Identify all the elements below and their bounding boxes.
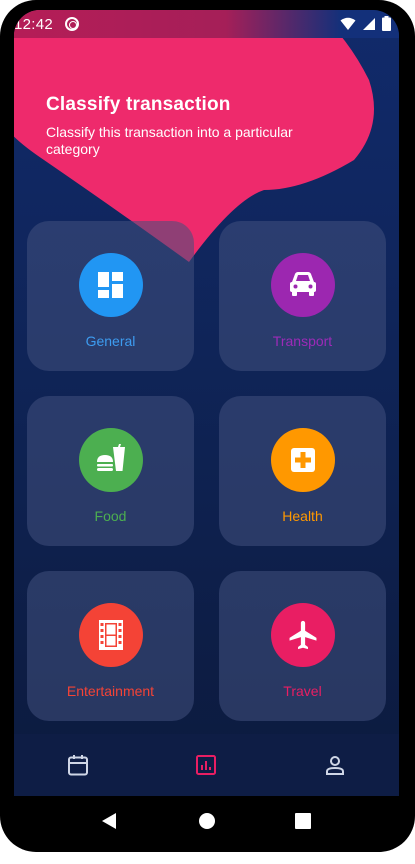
battery-icon [382,16,391,31]
status-icons [340,16,391,31]
category-label: Health [282,508,323,524]
nav-profile[interactable] [311,741,359,789]
category-label: Food [94,508,127,524]
fastfood-icon [78,428,143,492]
stats-icon [196,755,217,775]
category-card-transport[interactable]: Transport [219,221,386,371]
back-button[interactable] [100,812,118,830]
page-header: Classify transaction Classify this trans… [46,94,346,158]
category-label: General [85,333,136,349]
nav-stats[interactable] [182,741,230,789]
film-icon [78,603,143,667]
category-label: Entertainment [66,683,155,699]
status-bar: 12:42 [14,10,399,38]
phone-frame: 12:42 Classify transaction Classify this [0,0,415,852]
category-label: Travel [283,683,322,699]
bottom-navigation [14,734,399,796]
dashboard-icon [78,253,143,317]
category-label: Transport [272,333,333,349]
category-card-entertainment[interactable]: Entertainment [27,571,194,721]
calendar-icon [68,755,89,776]
app-notification-icon [65,17,80,31]
category-card-health[interactable]: Health [219,396,386,546]
car-icon [270,253,335,317]
home-button[interactable] [198,812,216,830]
recents-button[interactable] [295,812,311,830]
status-time: 12:42 [14,15,54,33]
category-card-general[interactable]: General [27,221,194,371]
app-screen: 12:42 Classify transaction Classify this [14,10,399,796]
signal-icon [363,17,375,30]
wifi-icon [340,17,356,30]
medical-cross-icon [270,428,335,492]
category-card-travel[interactable]: Travel [219,571,386,721]
airplane-icon [270,603,335,667]
nav-calendar[interactable] [54,741,102,789]
profile-icon [325,756,344,775]
category-card-food[interactable]: Food [27,396,194,546]
page-title: Classify transaction [46,94,231,115]
page-subtitle: Classify this transaction into a particu… [46,124,293,157]
